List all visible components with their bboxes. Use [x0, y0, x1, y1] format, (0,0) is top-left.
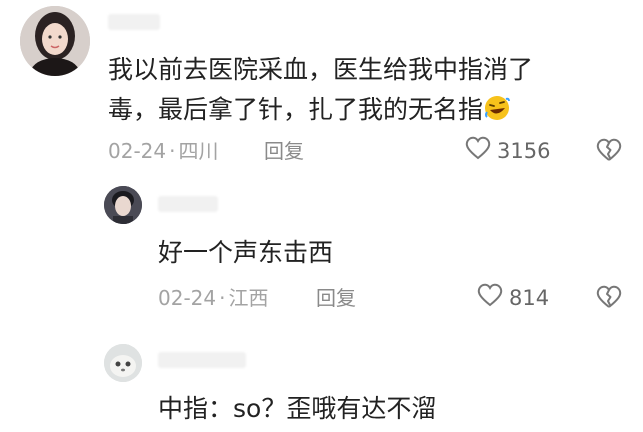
comment-location: 江西 — [228, 286, 269, 310]
comment-text: 毒，最后拿了针，扎了我的无名指 — [108, 95, 484, 124]
avatar[interactable] — [104, 344, 142, 382]
like-button[interactable]: 814 — [477, 283, 549, 312]
username-blurred[interactable] — [158, 196, 218, 212]
comment-meta: 02-24 · 四川 — [108, 139, 219, 163]
reply-button[interactable]: 回复 — [316, 286, 356, 310]
comment-text-line: 我以前去医院采血，医生给我中指消了 — [108, 55, 534, 84]
reply-button[interactable]: 回复 — [264, 139, 304, 163]
comment-text: 中指：so？歪哦有达不溜 — [158, 394, 437, 423]
broken-heart-icon — [596, 138, 622, 166]
comment-location: 四川 — [178, 139, 219, 163]
comment-text-line-2: 毒，最后拿了针，扎了我的无名指 — [108, 90, 511, 134]
comment-text: 好一个声东击西 — [158, 238, 334, 267]
comment-date: 02-24 — [108, 139, 167, 163]
heart-icon — [465, 136, 491, 165]
like-button[interactable]: 3156 — [465, 136, 550, 165]
like-count: 3156 — [497, 138, 551, 163]
dislike-button[interactable] — [596, 138, 622, 166]
like-count: 814 — [509, 285, 550, 310]
broken-heart-icon — [596, 285, 622, 313]
username-blurred[interactable] — [158, 352, 246, 368]
comment-meta: 02-24 · 江西 — [158, 286, 269, 310]
username-blurred[interactable] — [108, 14, 160, 30]
avatar[interactable] — [104, 186, 142, 224]
comment-date: 02-24 — [158, 286, 217, 310]
avatar[interactable] — [20, 6, 90, 76]
heart-icon — [477, 283, 503, 312]
rofl-emoji — [483, 94, 511, 134]
dislike-button[interactable] — [596, 285, 622, 313]
